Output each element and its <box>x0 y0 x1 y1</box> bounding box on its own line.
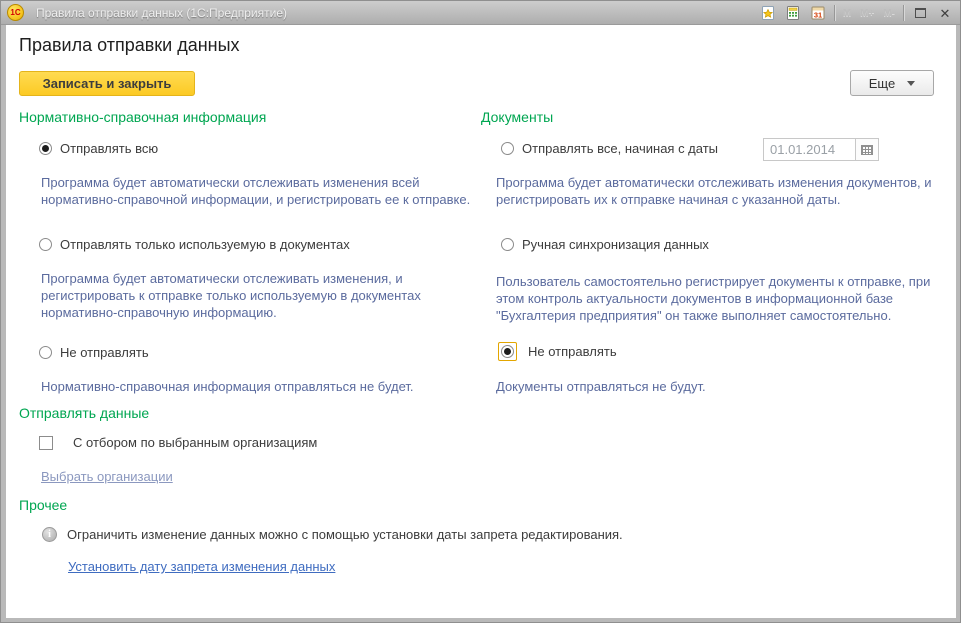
form-content: Правила отправки данных Записать и закры… <box>6 25 956 618</box>
radio-label: Отправлять всю <box>60 141 158 156</box>
memory-m-minus-button: M- <box>882 8 896 19</box>
select-organizations-link[interactable]: Выбрать организации <box>41 469 173 484</box>
window-title: Правила отправки данных (1С:Предприятие) <box>36 6 287 20</box>
page-title: Правила отправки данных <box>19 35 240 56</box>
start-date-input[interactable]: 01.01.2014 <box>763 138 856 161</box>
checkbox-icon[interactable] <box>39 436 53 450</box>
chevron-down-icon <box>907 81 915 86</box>
info-icon: i <box>42 527 57 542</box>
date-picker-button[interactable] <box>856 138 879 161</box>
radio-label: Не отправлять <box>528 344 617 359</box>
section-title-other: Прочее <box>19 497 67 513</box>
calendar-grid-icon <box>861 145 873 155</box>
maximize-button[interactable] <box>911 4 929 22</box>
radio-icon[interactable] <box>501 238 514 251</box>
hint-docs-send-from-date: Программа будет автоматически отслеживат… <box>496 174 956 208</box>
radio-nsi-do-not-send[interactable]: Не отправлять <box>39 345 149 360</box>
focus-ring <box>498 342 517 361</box>
radio-docs-manual-sync[interactable]: Ручная синхронизация данных <box>501 237 709 252</box>
radio-label: Отправлять все, начиная с даты <box>522 141 718 156</box>
radio-icon[interactable] <box>501 142 514 155</box>
checkbox-label: С отбором по выбранным организациям <box>73 435 317 450</box>
info-text: Ограничить изменение данных можно с помо… <box>67 527 623 542</box>
logo-text: 1С <box>10 8 20 17</box>
set-restriction-date-link[interactable]: Установить дату запрета изменения данных <box>68 559 335 574</box>
start-date-field-group: 01.01.2014 <box>763 138 879 161</box>
radio-icon[interactable] <box>501 345 514 358</box>
radio-nsi-send-all[interactable]: Отправлять всю <box>39 141 158 156</box>
section-title-documents: Документы <box>481 109 553 125</box>
calendar-icon[interactable]: 31 <box>809 4 827 22</box>
title-bar: 1С Правила отправки данных (1С:Предприят… <box>1 1 960 25</box>
radio-label: Не отправлять <box>60 345 149 360</box>
radio-icon[interactable] <box>39 346 52 359</box>
checkbox-filter-organizations[interactable]: С отбором по выбранным организациям <box>39 435 317 450</box>
hint-nsi-do-not-send: Нормативно-справочная информация отправл… <box>41 378 414 395</box>
more-label: Еще <box>869 76 895 91</box>
radio-label: Ручная синхронизация данных <box>522 237 709 252</box>
memory-m-plus-button: M+ <box>859 8 875 19</box>
favorites-icon[interactable] <box>759 4 777 22</box>
hint-docs-do-not-send: Документы отправляться не будут. <box>496 378 706 395</box>
1c-logo-icon: 1С <box>7 4 24 21</box>
section-title-send-data: Отправлять данные <box>19 405 149 421</box>
radio-label: Отправлять только используемую в докумен… <box>60 237 350 252</box>
radio-icon[interactable] <box>39 238 52 251</box>
calculator-icon[interactable] <box>784 4 802 22</box>
titlebar-separator <box>903 5 904 21</box>
calendar-day-label: 31 <box>814 11 822 20</box>
hint-nsi-send-all: Программа будет автоматически отслеживат… <box>41 174 493 208</box>
titlebar-separator <box>834 5 835 21</box>
section-title-nsi: Нормативно-справочная информация <box>19 109 266 125</box>
radio-icon[interactable] <box>39 142 52 155</box>
more-button[interactable]: Еще <box>850 70 934 96</box>
info-row: i Ограничить изменение данных можно с по… <box>42 527 623 542</box>
hint-nsi-used-only: Программа будет автоматически отслеживат… <box>41 270 493 321</box>
app-window: 1С Правила отправки данных (1С:Предприят… <box>0 0 961 623</box>
radio-docs-send-from-date[interactable]: Отправлять все, начиная с даты <box>501 141 718 156</box>
radio-nsi-used-only[interactable]: Отправлять только используемую в докумен… <box>39 237 350 252</box>
memory-m-button: M <box>842 8 852 19</box>
hint-docs-manual-sync: Пользователь самостоятельно регистрирует… <box>496 273 956 324</box>
save-and-close-button[interactable]: Записать и закрыть <box>19 71 195 96</box>
close-button[interactable]: ✕ <box>936 4 954 22</box>
radio-docs-do-not-send[interactable]: Не отправлять <box>501 344 617 359</box>
save-and-close-label: Записать и закрыть <box>43 76 172 91</box>
